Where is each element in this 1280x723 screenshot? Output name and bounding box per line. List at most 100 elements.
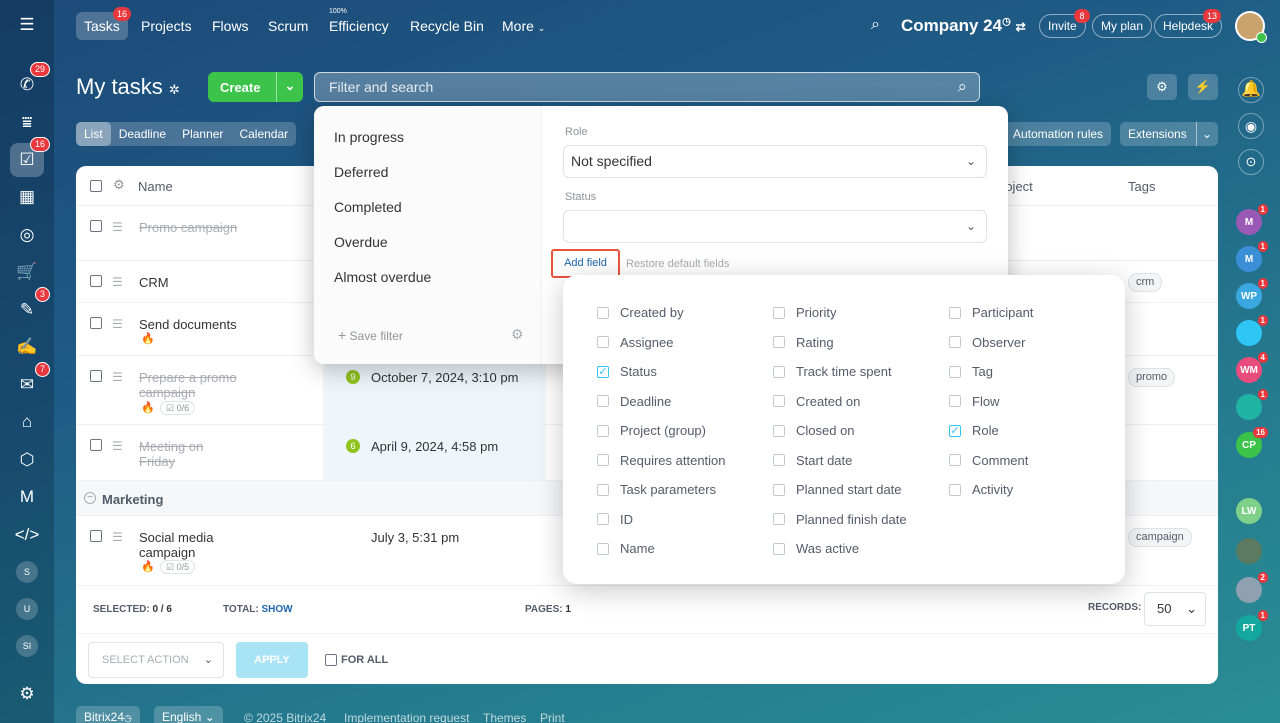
field-option[interactable]: Track time spent xyxy=(773,364,892,379)
funnel-icon[interactable]: ⩸ xyxy=(10,106,44,140)
checkbox-icon[interactable] xyxy=(949,336,961,348)
tab-flows[interactable]: Flows xyxy=(212,18,249,34)
checkbox-icon[interactable] xyxy=(773,306,785,319)
chat-avatar[interactable]: M1 xyxy=(1236,241,1268,272)
themes-link[interactable]: Themes xyxy=(483,711,526,723)
preset-in-progress[interactable]: In progress xyxy=(334,129,404,145)
drag-handle-icon[interactable]: ☰ xyxy=(112,530,123,544)
checkbox-icon[interactable] xyxy=(949,454,961,466)
gear-icon[interactable]: ⚙ xyxy=(511,326,524,343)
field-option[interactable]: Closed on xyxy=(773,423,855,438)
row-checkbox[interactable] xyxy=(90,439,102,451)
target-icon[interactable]: ◎ xyxy=(10,218,44,252)
checkbox-icon[interactable] xyxy=(597,424,609,437)
col-name[interactable]: Name xyxy=(138,179,173,194)
checkbox-icon[interactable] xyxy=(773,542,785,555)
role-select[interactable]: Not specified ⌄ xyxy=(563,145,987,178)
sidebar-avatar-u[interactable]: U xyxy=(16,598,38,620)
store-icon[interactable]: ▦ xyxy=(10,180,44,214)
chat-avatar[interactable]: 1 xyxy=(1236,315,1268,346)
checkbox-icon[interactable] xyxy=(773,395,785,407)
print-link[interactable]: Print xyxy=(540,711,565,723)
checkbox-icon[interactable] xyxy=(597,395,609,407)
field-option[interactable]: Assignee xyxy=(597,335,673,350)
chat-avatar[interactable]: 2 xyxy=(1236,572,1268,603)
extensions-button[interactable]: Extensions ⌄ xyxy=(1120,122,1218,146)
task-name[interactable]: Social media campaign xyxy=(139,530,229,560)
field-option[interactable]: Name xyxy=(597,541,655,556)
row-checkbox[interactable] xyxy=(90,370,102,382)
checkbox-icon[interactable] xyxy=(597,483,609,496)
preset-deferred[interactable]: Deferred xyxy=(334,164,388,180)
company-name[interactable]: Company 24◷ ⇄ xyxy=(901,16,1026,36)
checkbox-icon[interactable] xyxy=(949,365,961,378)
settings-gear-icon[interactable]: ⚙ xyxy=(1147,74,1177,100)
tab-scrum[interactable]: Scrum xyxy=(268,18,308,34)
implementation-request-link[interactable]: Implementation request xyxy=(344,711,469,723)
drag-handle-icon[interactable]: ☰ xyxy=(112,317,123,331)
field-option[interactable]: Priority xyxy=(773,305,836,320)
tab-efficiency[interactable]: Efficiency xyxy=(329,18,389,34)
field-option[interactable]: Created by xyxy=(597,305,684,320)
checkbox-icon[interactable] xyxy=(597,513,609,525)
box-icon[interactable]: ⬡ xyxy=(10,443,44,477)
field-option[interactable]: Observer xyxy=(949,335,1025,350)
robot-icon[interactable]: ⌂ xyxy=(10,405,44,439)
total-show-link[interactable]: SHOW xyxy=(262,604,293,615)
tab-projects[interactable]: Projects xyxy=(141,18,192,34)
search-input[interactable]: Filter and search ⌕ xyxy=(314,72,980,102)
tab-list[interactable]: List xyxy=(76,122,111,146)
row-checkbox[interactable] xyxy=(90,275,102,287)
deadline-value[interactable]: July 3, 5:31 pm xyxy=(371,530,459,545)
field-option[interactable]: Planned finish date xyxy=(773,512,907,527)
select-all-checkbox[interactable] xyxy=(90,180,102,192)
field-option[interactable]: Created on xyxy=(773,394,860,409)
sign-icon[interactable]: ✍ xyxy=(10,330,44,364)
tab-recycle-bin[interactable]: Recycle Bin xyxy=(410,18,484,34)
menu-icon[interactable]: ☰ xyxy=(10,8,44,42)
task-name[interactable]: CRM xyxy=(139,275,169,290)
create-dropdown-icon[interactable]: ⌄ xyxy=(276,72,303,102)
tab-planner[interactable]: Planner xyxy=(174,122,231,146)
status-select[interactable]: ⌄ xyxy=(563,210,987,243)
cart-icon[interactable]: 🛒 xyxy=(10,255,44,289)
field-option[interactable]: Deadline xyxy=(597,394,671,409)
field-option[interactable]: Was active xyxy=(773,541,859,556)
automation-rules-button[interactable]: Automation rules xyxy=(1005,122,1112,146)
field-option[interactable]: Flow xyxy=(949,394,999,409)
checkbox-checked-icon[interactable]: ✓ xyxy=(597,365,609,378)
field-option[interactable]: Requires attention xyxy=(597,453,726,468)
checkbox-icon[interactable] xyxy=(949,483,961,496)
field-option[interactable]: Project (group) xyxy=(597,423,706,438)
chat-avatar[interactable]: CP 16 xyxy=(1236,427,1268,458)
checkbox-icon[interactable] xyxy=(773,513,785,525)
field-option[interactable]: ✓ Status xyxy=(597,364,657,379)
checkbox-icon[interactable] xyxy=(597,542,609,555)
chat-avatar[interactable] xyxy=(1236,538,1262,564)
chat-avatar[interactable]: WP 1 xyxy=(1236,278,1268,309)
tab-calendar[interactable]: Calendar xyxy=(231,122,296,146)
checkbox-icon[interactable] xyxy=(773,454,785,466)
drag-handle-icon[interactable]: ☰ xyxy=(112,275,123,289)
code-icon[interactable]: </> xyxy=(10,518,44,552)
tab-more[interactable]: More ⌄ xyxy=(502,18,545,34)
task-name[interactable]: Prepare a promo campaign xyxy=(139,370,259,400)
col-tags[interactable]: Tags xyxy=(1128,179,1155,194)
row-checkbox[interactable] xyxy=(90,317,102,329)
chat-avatar[interactable]: PT 1 xyxy=(1236,610,1268,641)
records-select[interactable]: 50 ⌄ xyxy=(1144,592,1206,626)
chat-avatar[interactable]: M1 xyxy=(1236,204,1268,235)
field-option[interactable]: Participant xyxy=(949,305,1033,320)
checkbox-icon[interactable] xyxy=(597,306,609,319)
preset-almost-overdue[interactable]: Almost overdue xyxy=(334,269,431,285)
create-button[interactable]: Create ⌄ xyxy=(208,72,303,102)
chat-avatar[interactable]: LW xyxy=(1236,498,1262,524)
field-option[interactable]: Task parameters xyxy=(597,482,716,497)
field-option[interactable]: Rating xyxy=(773,335,834,350)
sidebar-avatar-s[interactable]: S xyxy=(16,561,38,583)
drag-handle-icon[interactable]: ☰ xyxy=(112,220,123,234)
checkbox-icon[interactable] xyxy=(773,365,785,378)
tasks-icon[interactable]: ☑ 16 xyxy=(10,137,50,177)
checkbox-icon[interactable] xyxy=(597,336,609,348)
tab-deadline[interactable]: Deadline xyxy=(111,122,174,146)
